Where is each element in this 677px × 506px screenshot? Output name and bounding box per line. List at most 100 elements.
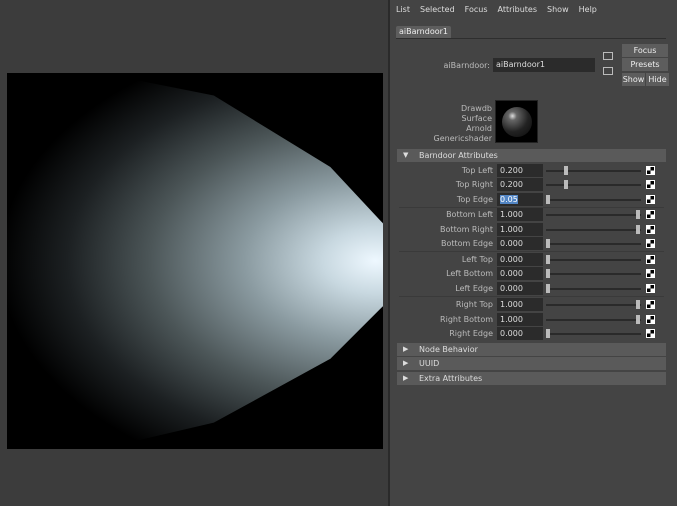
menu-focus[interactable]: Focus — [465, 5, 488, 14]
left-edge-input[interactable]: 0.000 — [497, 282, 543, 295]
output-connections-icon[interactable] — [603, 67, 613, 75]
right-top-slider[interactable] — [546, 304, 641, 306]
right-top-input[interactable]: 1.000 — [497, 298, 543, 311]
left-edge-value: 0.000 — [500, 284, 523, 293]
attribute-row: Left Bottom 0.000 — [397, 267, 666, 281]
uuid-header[interactable]: ▶ UUID — [397, 357, 666, 370]
map-texture-icon[interactable] — [646, 225, 655, 234]
bottom-right-slider[interactable] — [546, 229, 641, 231]
barndoor-attributes-header[interactable]: ▼ Barndoor Attributes — [397, 149, 666, 162]
top-edge-slider-handle[interactable] — [546, 195, 550, 204]
hide-button[interactable]: Hide — [646, 73, 669, 86]
top-left-value: 0.200 — [500, 166, 523, 175]
node-behavior-header[interactable]: ▶ Node Behavior — [397, 343, 666, 356]
map-texture-icon[interactable] — [646, 300, 655, 309]
top-edge-slider[interactable] — [546, 199, 641, 201]
show-button[interactable]: Show — [622, 73, 645, 86]
top-right-slider[interactable] — [546, 184, 641, 186]
attribute-row: Top Edge 0.05 — [397, 193, 666, 207]
bottom-right-label: Bottom Right — [440, 225, 493, 234]
extra-attributes-header[interactable]: ▶ Extra Attributes — [397, 372, 666, 385]
bottom-left-slider[interactable] — [546, 214, 641, 216]
bottom-edge-value: 0.000 — [500, 239, 523, 248]
left-bottom-value: 0.000 — [500, 269, 523, 278]
map-texture-icon[interactable] — [646, 255, 655, 264]
left-bottom-slider[interactable] — [546, 273, 641, 275]
top-edge-label: Top Edge — [456, 195, 493, 204]
right-bottom-slider[interactable] — [546, 319, 641, 321]
map-texture-icon[interactable] — [646, 195, 655, 204]
bottom-right-input[interactable]: 1.000 — [497, 223, 543, 236]
bottom-left-input[interactable]: 1.000 — [497, 208, 543, 221]
group-separator — [399, 251, 664, 252]
focus-button[interactable]: Focus — [622, 44, 668, 57]
collapsed-triangle-icon: ▶ — [403, 374, 409, 382]
collapsed-triangle-icon: ▶ — [403, 345, 409, 353]
map-texture-icon[interactable] — [646, 315, 655, 324]
left-edge-slider[interactable] — [546, 288, 641, 290]
swatch-label-line: Genericshader — [433, 134, 492, 143]
top-right-slider-handle[interactable] — [564, 180, 568, 189]
right-edge-value: 0.000 — [500, 329, 523, 338]
menu-attributes[interactable]: Attributes — [498, 5, 538, 14]
tab-aibarndoor1[interactable]: aiBarndoor1 — [396, 26, 451, 38]
swatch-label-line: Arnold — [466, 124, 492, 133]
left-edge-label: Left Edge — [455, 284, 493, 293]
right-edge-slider[interactable] — [546, 333, 641, 335]
bottom-edge-input[interactable]: 0.000 — [497, 237, 543, 250]
left-bottom-input[interactable]: 0.000 — [497, 267, 543, 280]
top-edge-value: 0.05 — [500, 195, 518, 204]
bottom-right-value: 1.000 — [500, 225, 523, 234]
right-top-label: Right Top — [455, 300, 493, 309]
bottom-right-slider-handle[interactable] — [636, 225, 640, 234]
top-left-slider[interactable] — [546, 170, 641, 172]
top-right-input[interactable]: 0.200 — [497, 178, 543, 191]
right-top-slider-handle[interactable] — [636, 300, 640, 309]
menu-selected[interactable]: Selected — [420, 5, 455, 14]
bottom-edge-slider-handle[interactable] — [546, 239, 550, 248]
group-separator — [399, 296, 664, 297]
map-texture-icon[interactable] — [646, 239, 655, 248]
map-texture-icon[interactable] — [646, 284, 655, 293]
top-left-slider-handle[interactable] — [564, 166, 568, 175]
left-bottom-slider-handle[interactable] — [546, 269, 550, 278]
material-swatch[interactable] — [495, 100, 538, 143]
map-texture-icon[interactable] — [646, 166, 655, 175]
right-bottom-value: 1.000 — [500, 315, 523, 324]
map-texture-icon[interactable] — [646, 210, 655, 219]
swatch-label-line: Surface — [461, 114, 492, 123]
attribute-row: Top Left 0.200 — [397, 164, 666, 178]
expanded-triangle-icon: ▼ — [403, 151, 409, 159]
map-texture-icon[interactable] — [646, 329, 655, 338]
bottom-left-value: 1.000 — [500, 210, 523, 219]
bottom-left-slider-handle[interactable] — [636, 210, 640, 219]
input-connections-icon[interactable] — [603, 52, 613, 60]
presets-button[interactable]: Presets — [622, 58, 668, 71]
map-texture-icon[interactable] — [646, 269, 655, 278]
right-edge-input[interactable]: 0.000 — [497, 327, 543, 340]
top-left-input[interactable]: 0.200 — [497, 164, 543, 177]
node-name-input[interactable]: aiBarndoor1 — [493, 58, 595, 72]
menu-bar: List Selected Focus Attributes Show Help — [396, 5, 597, 14]
left-top-input[interactable]: 0.000 — [497, 253, 543, 266]
right-edge-slider-handle[interactable] — [546, 329, 550, 338]
left-top-slider[interactable] — [546, 259, 641, 261]
attribute-row: Right Bottom 1.000 — [397, 313, 666, 327]
right-bottom-input[interactable]: 1.000 — [497, 313, 543, 326]
left-edge-slider-handle[interactable] — [546, 284, 550, 293]
menu-help[interactable]: Help — [579, 5, 597, 14]
right-bottom-slider-handle[interactable] — [636, 315, 640, 324]
top-edge-input[interactable]: 0.05 — [497, 193, 543, 206]
tab-divider — [396, 38, 666, 39]
attribute-row: Right Top 1.000 — [397, 298, 666, 312]
bottom-edge-label: Bottom Edge — [440, 239, 493, 248]
swatch-type-label: Drawdb Surface Arnold Genericshader — [430, 104, 492, 144]
bottom-edge-slider[interactable] — [546, 243, 641, 245]
render-viewport[interactable] — [0, 0, 388, 506]
attribute-row: Top Right 0.200 — [397, 178, 666, 192]
menu-list[interactable]: List — [396, 5, 410, 14]
menu-show[interactable]: Show — [547, 5, 569, 14]
map-texture-icon[interactable] — [646, 180, 655, 189]
section-title: Node Behavior — [419, 345, 478, 354]
left-top-slider-handle[interactable] — [546, 255, 550, 264]
